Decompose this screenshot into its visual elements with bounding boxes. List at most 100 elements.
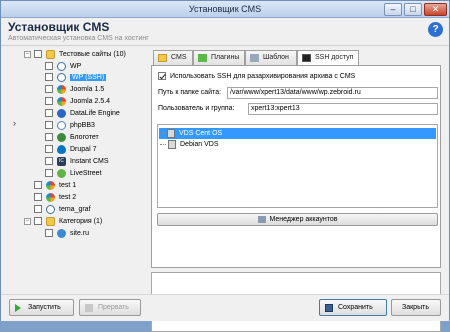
user-group-input[interactable]: xpert13:xpert13 (248, 103, 438, 115)
sites-tree: › – Тестовые сайты (10) WP WP (SSH) Jooml… (4, 46, 147, 291)
checkbox[interactable] (34, 217, 42, 226)
tab-cms[interactable]: CMS (153, 50, 193, 65)
tree-item-label: Joomla 1.5 (70, 86, 105, 93)
dle-icon (57, 108, 66, 118)
floppy-disk-icon (325, 304, 333, 312)
instantcms-icon: IC (57, 156, 66, 166)
puzzle-icon (198, 54, 207, 62)
drupal-icon (57, 144, 66, 154)
app-title: Установщик CMS (8, 20, 110, 34)
tree-item[interactable]: tema_graf (34, 204, 91, 215)
tree-item-label: Instant CMS (70, 158, 109, 165)
collapse-toggle-icon[interactable]: – (24, 217, 31, 225)
phpbb-icon (57, 120, 66, 130)
title-bar: Установщик CMS – □ ✕ (1, 1, 449, 18)
checkbox[interactable] (45, 145, 53, 154)
user-group-label: Пользователь и группа: (158, 105, 235, 112)
tab-label: SSH доступ (315, 54, 354, 61)
tree-item-label: WP (70, 63, 82, 70)
checkbox[interactable] (45, 133, 53, 142)
action-bar: Запустить Прервать Сохранить Закрыть (1, 294, 449, 321)
account-manager-button[interactable]: Менеджер аккаунтов (157, 213, 438, 226)
maximize-button[interactable]: □ (404, 3, 422, 16)
checkbox-checked[interactable] (158, 72, 166, 80)
close-button[interactable]: Закрыть (391, 299, 441, 316)
list-item-selected[interactable]: VDS Cent OS (159, 128, 436, 139)
tree-item-selected[interactable]: WP (SSH) (45, 72, 107, 83)
checkbox[interactable] (45, 73, 53, 82)
collapse-toggle-icon[interactable]: – (24, 50, 31, 58)
path-label: Путь к папке сайта: (158, 89, 222, 96)
tree-item[interactable]: LiveStreet (45, 168, 102, 179)
play-icon (15, 304, 21, 312)
joomla-icon (46, 192, 55, 202)
checkbox[interactable] (45, 109, 53, 118)
tree-item-label: Joomla 2.5.4 (70, 98, 111, 105)
button-label: Запустить (28, 304, 61, 311)
folder-icon (46, 49, 55, 59)
server-label: VDS Cent OS (179, 130, 223, 137)
checkbox[interactable] (34, 193, 42, 202)
use-ssh-label: Использовать SSH для разархивирования ар… (170, 72, 356, 80)
tab-label: Плагины (211, 54, 240, 61)
server-icon (168, 139, 176, 149)
tree-item[interactable]: IC Instant CMS (45, 156, 109, 167)
checkbox[interactable] (45, 121, 53, 130)
blog-icon (57, 132, 66, 142)
tab-template[interactable]: Шаблон (245, 50, 297, 65)
tree-item-label: DataLife Engine (70, 110, 120, 117)
stop-icon (85, 304, 93, 312)
tree-item[interactable]: phpBB3 (45, 120, 95, 131)
checkbox[interactable] (45, 229, 53, 238)
checkbox[interactable] (34, 181, 42, 190)
tree-line (159, 132, 165, 134)
checkbox[interactable] (45, 85, 53, 94)
tree-item-label: WP (SSH) (70, 74, 107, 81)
checkbox[interactable] (45, 97, 53, 106)
ssh-accounts-list[interactable]: VDS Cent OS Debian VDS (157, 124, 438, 208)
tab-plugins[interactable]: Плагины (193, 50, 245, 65)
tree-item[interactable]: Drupal 7 (45, 144, 96, 155)
accounts-icon (257, 215, 266, 223)
minimize-button[interactable]: – (384, 3, 402, 16)
tab-ssh[interactable]: SSH доступ (297, 50, 359, 66)
checkbox[interactable] (45, 157, 53, 166)
tree-root-group[interactable]: – Тестовые сайты (10) (24, 49, 126, 60)
tree-item[interactable]: DataLife Engine (45, 108, 120, 119)
save-button[interactable]: Сохранить (319, 299, 387, 316)
joomla-icon (46, 180, 55, 190)
terminal-icon (302, 54, 311, 62)
button-label: Закрыть (402, 304, 429, 311)
help-icon[interactable]: ? (428, 22, 443, 37)
tree-item[interactable]: test 1 (34, 180, 76, 191)
button-label: Сохранить (338, 304, 373, 311)
checkbox[interactable] (45, 169, 53, 178)
tree-item[interactable]: test 2 (34, 192, 76, 203)
checkbox[interactable] (34, 50, 42, 59)
joomla-icon (57, 84, 66, 94)
run-button[interactable]: Запустить (9, 299, 74, 316)
tree-item-label: phpBB3 (70, 122, 95, 129)
stop-button[interactable]: Прервать (79, 299, 141, 316)
tree-category-group[interactable]: – Категория (1) (24, 216, 102, 227)
window-title: Установщик CMS (188, 4, 262, 14)
tree-item[interactable]: site.ru (45, 228, 89, 239)
tree-item[interactable]: Joomla 2.5.4 (45, 96, 110, 107)
close-window-button[interactable]: ✕ (424, 3, 447, 16)
button-label: Прервать (98, 304, 129, 311)
list-item[interactable]: Debian VDS (160, 139, 219, 150)
checkbox[interactable] (34, 205, 42, 214)
tree-item-label: LiveStreet (70, 170, 102, 177)
use-ssh-checkbox[interactable]: Использовать SSH для разархивирования ар… (158, 72, 355, 80)
folder-icon (46, 216, 55, 226)
tree-item[interactable]: WP (45, 61, 81, 72)
site-path-input[interactable]: /var/www/xpert13/data/www/wp.zebroid.ru (227, 87, 438, 99)
tree-item-label: tema_graf (59, 206, 91, 213)
tree-item[interactable]: Joomla 1.5 (45, 84, 104, 95)
tree-item-label: site.ru (70, 230, 90, 237)
checkbox[interactable] (45, 62, 53, 71)
ssh-tab-panel: Использовать SSH для разархивирования ар… (151, 65, 441, 268)
tree-item[interactable]: Блоготет (45, 132, 99, 143)
current-item-arrow-icon: › (13, 118, 16, 128)
installer-window: Установщик CMS – □ ✕ Установщик CMS Авто… (0, 0, 450, 332)
